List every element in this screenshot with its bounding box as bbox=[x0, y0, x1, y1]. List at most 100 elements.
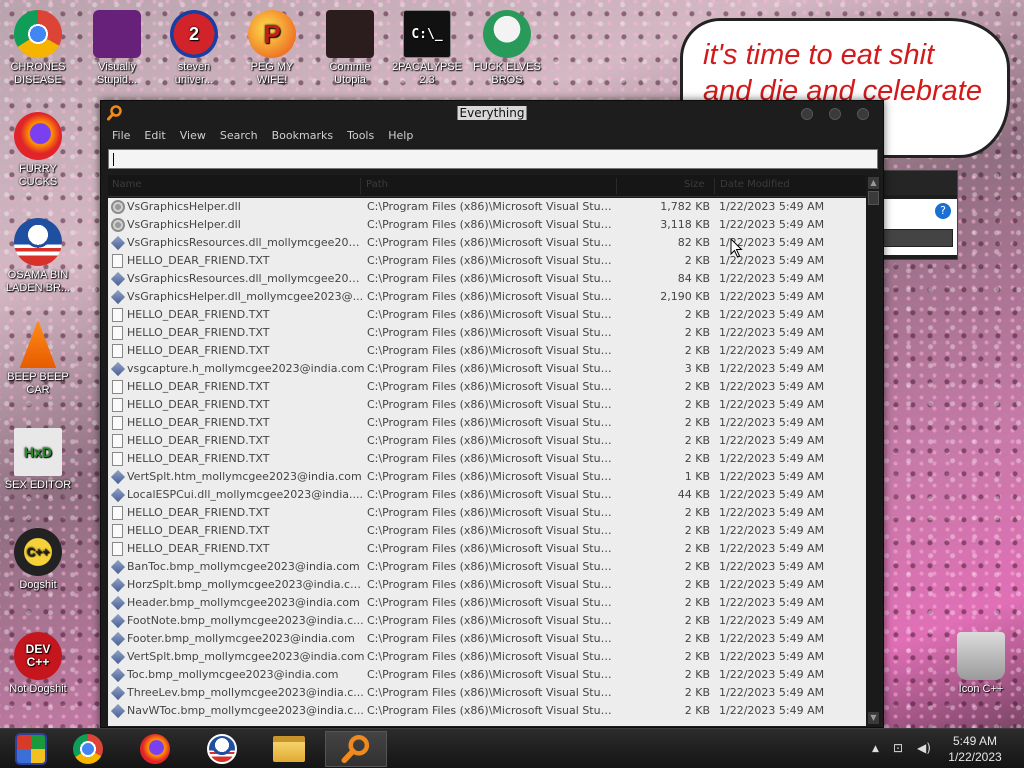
table-row[interactable]: VsGraphicsHelper.dll C:\Program Files (x8… bbox=[108, 216, 866, 234]
column-header: Name Path Size Date Modified bbox=[108, 175, 866, 197]
visual-studio-icon bbox=[93, 10, 141, 58]
table-row[interactable]: HELLO_DEAR_FRIEND.TXT C:\Program Files (x… bbox=[108, 450, 866, 468]
table-row[interactable]: VsGraphicsHelper.dll_mollymcgee2023@... C… bbox=[108, 288, 866, 306]
steven-universe-icon: 2 bbox=[170, 10, 218, 58]
table-row[interactable]: HorzSplt.bmp_mollymcgee2023@india.com C:\… bbox=[108, 576, 866, 594]
table-row[interactable]: HELLO_DEAR_FRIEND.TXT C:\Program Files (x… bbox=[108, 306, 866, 324]
row-size: 2 KB bbox=[684, 578, 710, 591]
search-input[interactable] bbox=[108, 149, 878, 169]
desktop-icon-visual-studio[interactable]: Visually Stupid... bbox=[80, 10, 154, 87]
row-date: 1/22/2023 5:49 AM bbox=[719, 686, 825, 699]
maximize-button[interactable] bbox=[829, 108, 841, 120]
desktop-icon-peg[interactable]: P PEG MY WIFE! bbox=[235, 10, 309, 87]
column-separator[interactable] bbox=[360, 178, 361, 194]
menu-tools[interactable]: Tools bbox=[340, 126, 381, 146]
table-row[interactable]: ThreeLev.bmp_mollymcgee2023@india.c... C:… bbox=[108, 684, 866, 702]
desktop-icon-devcpp[interactable]: DEV C++ Not Dogshit bbox=[1, 632, 75, 696]
menu-help[interactable]: Help bbox=[381, 126, 420, 146]
row-path: C:\Program Files (x86)\Microsoft Visual … bbox=[367, 542, 615, 555]
encrypted-file-icon bbox=[110, 577, 126, 593]
taskbar-chrome[interactable] bbox=[57, 731, 119, 767]
column-size[interactable]: Size bbox=[684, 179, 705, 190]
row-size: 2 KB bbox=[684, 326, 710, 339]
menu-search[interactable]: Search bbox=[213, 126, 265, 146]
table-row[interactable]: NavWToc.bmp_mollymcgee2023@india.c... C:\… bbox=[108, 702, 866, 720]
everything-window[interactable]: Everything File Edit View Search Bookmar… bbox=[100, 100, 884, 728]
menu-edit[interactable]: Edit bbox=[137, 126, 172, 146]
table-row[interactable]: Footer.bmp_mollymcgee2023@india.com C:\Pr… bbox=[108, 630, 866, 648]
desktop-icon-steven-universe[interactable]: 2 steven univer... bbox=[157, 10, 231, 87]
column-name[interactable]: Name bbox=[112, 179, 142, 190]
minimize-button[interactable] bbox=[801, 108, 813, 120]
table-row[interactable]: FootNote.bmp_mollymcgee2023@india.c... C:… bbox=[108, 612, 866, 630]
scroll-thumb[interactable] bbox=[868, 191, 879, 205]
table-row[interactable]: VertSplt.bmp_mollymcgee2023@india.com C:\… bbox=[108, 648, 866, 666]
taskbar-obama[interactable] bbox=[191, 731, 253, 767]
desktop-icon-hxd[interactable]: HxD SEX EDITOR bbox=[1, 428, 75, 492]
table-row[interactable]: HELLO_DEAR_FRIEND.TXT C:\Program Files (x… bbox=[108, 414, 866, 432]
network-icon[interactable]: ⊡ bbox=[893, 741, 903, 755]
table-row[interactable]: VsGraphicsHelper.dll C:\Program Files (x8… bbox=[108, 198, 866, 216]
row-name: HELLO_DEAR_FRIEND.TXT bbox=[127, 326, 270, 339]
table-row[interactable]: HELLO_DEAR_FRIEND.TXT C:\Program Files (x… bbox=[108, 504, 866, 522]
desktop-icon-chrome[interactable]: CHRONES DISEASE bbox=[1, 10, 75, 87]
row-path: C:\Program Files (x86)\Microsoft Visual … bbox=[367, 632, 615, 645]
row-name: HELLO_DEAR_FRIEND.TXT bbox=[127, 416, 270, 429]
desktop-icon-recycle-bin[interactable]: Icon C++ bbox=[944, 632, 1018, 696]
desktop-icon-vlc[interactable]: BEEP BEEP CAR bbox=[1, 320, 75, 397]
table-row[interactable]: HELLO_DEAR_FRIEND.TXT C:\Program Files (x… bbox=[108, 522, 866, 540]
desktop-icon-obama[interactable]: OSAMA BIN LADEN BR... bbox=[1, 218, 75, 295]
table-row[interactable]: VsGraphicsResources.dll_mollymcgee202...… bbox=[108, 234, 866, 252]
taskbar-firefox[interactable] bbox=[124, 731, 186, 767]
desktop-icon-terminal[interactable]: C:\_ 2PACALYPSE 2.3 bbox=[390, 10, 464, 87]
table-row[interactable]: VertSplt.htm_mollymcgee2023@india.com C:\… bbox=[108, 468, 866, 486]
table-row[interactable]: HELLO_DEAR_FRIEND.TXT C:\Program Files (x… bbox=[108, 396, 866, 414]
column-separator[interactable] bbox=[714, 178, 715, 194]
menu-bar: File Edit View Search Bookmarks Tools He… bbox=[101, 126, 883, 146]
desktop-icon-firefox[interactable]: FURRY CUCKS bbox=[1, 112, 75, 189]
table-row[interactable]: HELLO_DEAR_FRIEND.TXT C:\Program Files (x… bbox=[108, 252, 866, 270]
table-row[interactable]: HELLO_DEAR_FRIEND.TXT C:\Program Files (x… bbox=[108, 324, 866, 342]
menu-bookmarks[interactable]: Bookmarks bbox=[265, 126, 340, 146]
vertical-scrollbar[interactable]: ▲ ▼ bbox=[866, 175, 881, 726]
table-row[interactable]: LocalESPCui.dll_mollymcgee2023@india....… bbox=[108, 486, 866, 504]
row-date: 1/22/2023 5:49 AM bbox=[719, 506, 825, 519]
taskbar-file-explorer[interactable] bbox=[258, 731, 320, 767]
taskbar-everything[interactable] bbox=[325, 731, 387, 767]
row-size: 2 KB bbox=[684, 632, 710, 645]
table-row[interactable]: HELLO_DEAR_FRIEND.TXT C:\Program Files (x… bbox=[108, 342, 866, 360]
encrypted-file-icon bbox=[110, 667, 126, 683]
table-row[interactable]: HELLO_DEAR_FRIEND.TXT C:\Program Files (x… bbox=[108, 432, 866, 450]
menu-view[interactable]: View bbox=[173, 126, 213, 146]
volume-icon[interactable]: ◀) bbox=[917, 741, 931, 755]
help-icon[interactable]: ? bbox=[935, 203, 951, 219]
row-name: VsGraphicsHelper.dll bbox=[127, 200, 241, 213]
column-path[interactable]: Path bbox=[366, 179, 388, 190]
table-row[interactable]: Toc.bmp_mollymcgee2023@india.com C:\Progr… bbox=[108, 666, 866, 684]
scroll-up-arrow[interactable]: ▲ bbox=[868, 177, 879, 189]
results-list[interactable]: VsGraphicsHelper.dll C:\Program Files (x8… bbox=[108, 198, 866, 726]
desktop-icon-commie[interactable]: Commie Utopia bbox=[313, 10, 387, 87]
row-path: C:\Program Files (x86)\Microsoft Visual … bbox=[367, 470, 615, 483]
desktop-icon-dogshit[interactable]: C++ Dogshit bbox=[1, 528, 75, 592]
start-button[interactable] bbox=[0, 731, 62, 767]
close-button[interactable] bbox=[857, 108, 869, 120]
table-row[interactable]: VsGraphicsResources.dll_mollymcgee202...… bbox=[108, 270, 866, 288]
menu-file[interactable]: File bbox=[105, 126, 137, 146]
row-path: C:\Program Files (x86)\Microsoft Visual … bbox=[367, 578, 615, 591]
desktop-icon-elves[interactable]: FUCK ELVES BROS bbox=[470, 10, 544, 87]
table-row[interactable]: Header.bmp_mollymcgee2023@india.com C:\Pr… bbox=[108, 594, 866, 612]
scroll-down-arrow[interactable]: ▼ bbox=[868, 712, 879, 724]
table-row[interactable]: vsgcapture.h_mollymcgee2023@india.com C:\… bbox=[108, 360, 866, 378]
column-separator[interactable] bbox=[616, 178, 617, 194]
row-size: 2 KB bbox=[684, 398, 710, 411]
window-titlebar[interactable]: Everything bbox=[101, 101, 883, 126]
table-row[interactable]: HELLO_DEAR_FRIEND.TXT C:\Program Files (x… bbox=[108, 540, 866, 558]
column-date-modified[interactable]: Date Modified bbox=[720, 179, 790, 190]
taskbar-clock[interactable]: 5:49 AM 1/22/2023 bbox=[940, 733, 1010, 765]
table-row[interactable]: HELLO_DEAR_FRIEND.TXT C:\Program Files (x… bbox=[108, 378, 866, 396]
encrypted-file-icon bbox=[110, 703, 126, 719]
table-row[interactable]: BanToc.bmp_mollymcgee2023@india.com C:\Pr… bbox=[108, 558, 866, 576]
tray-overflow-arrow-icon[interactable]: ▲ bbox=[872, 744, 879, 754]
search-field-dark[interactable] bbox=[883, 229, 953, 247]
